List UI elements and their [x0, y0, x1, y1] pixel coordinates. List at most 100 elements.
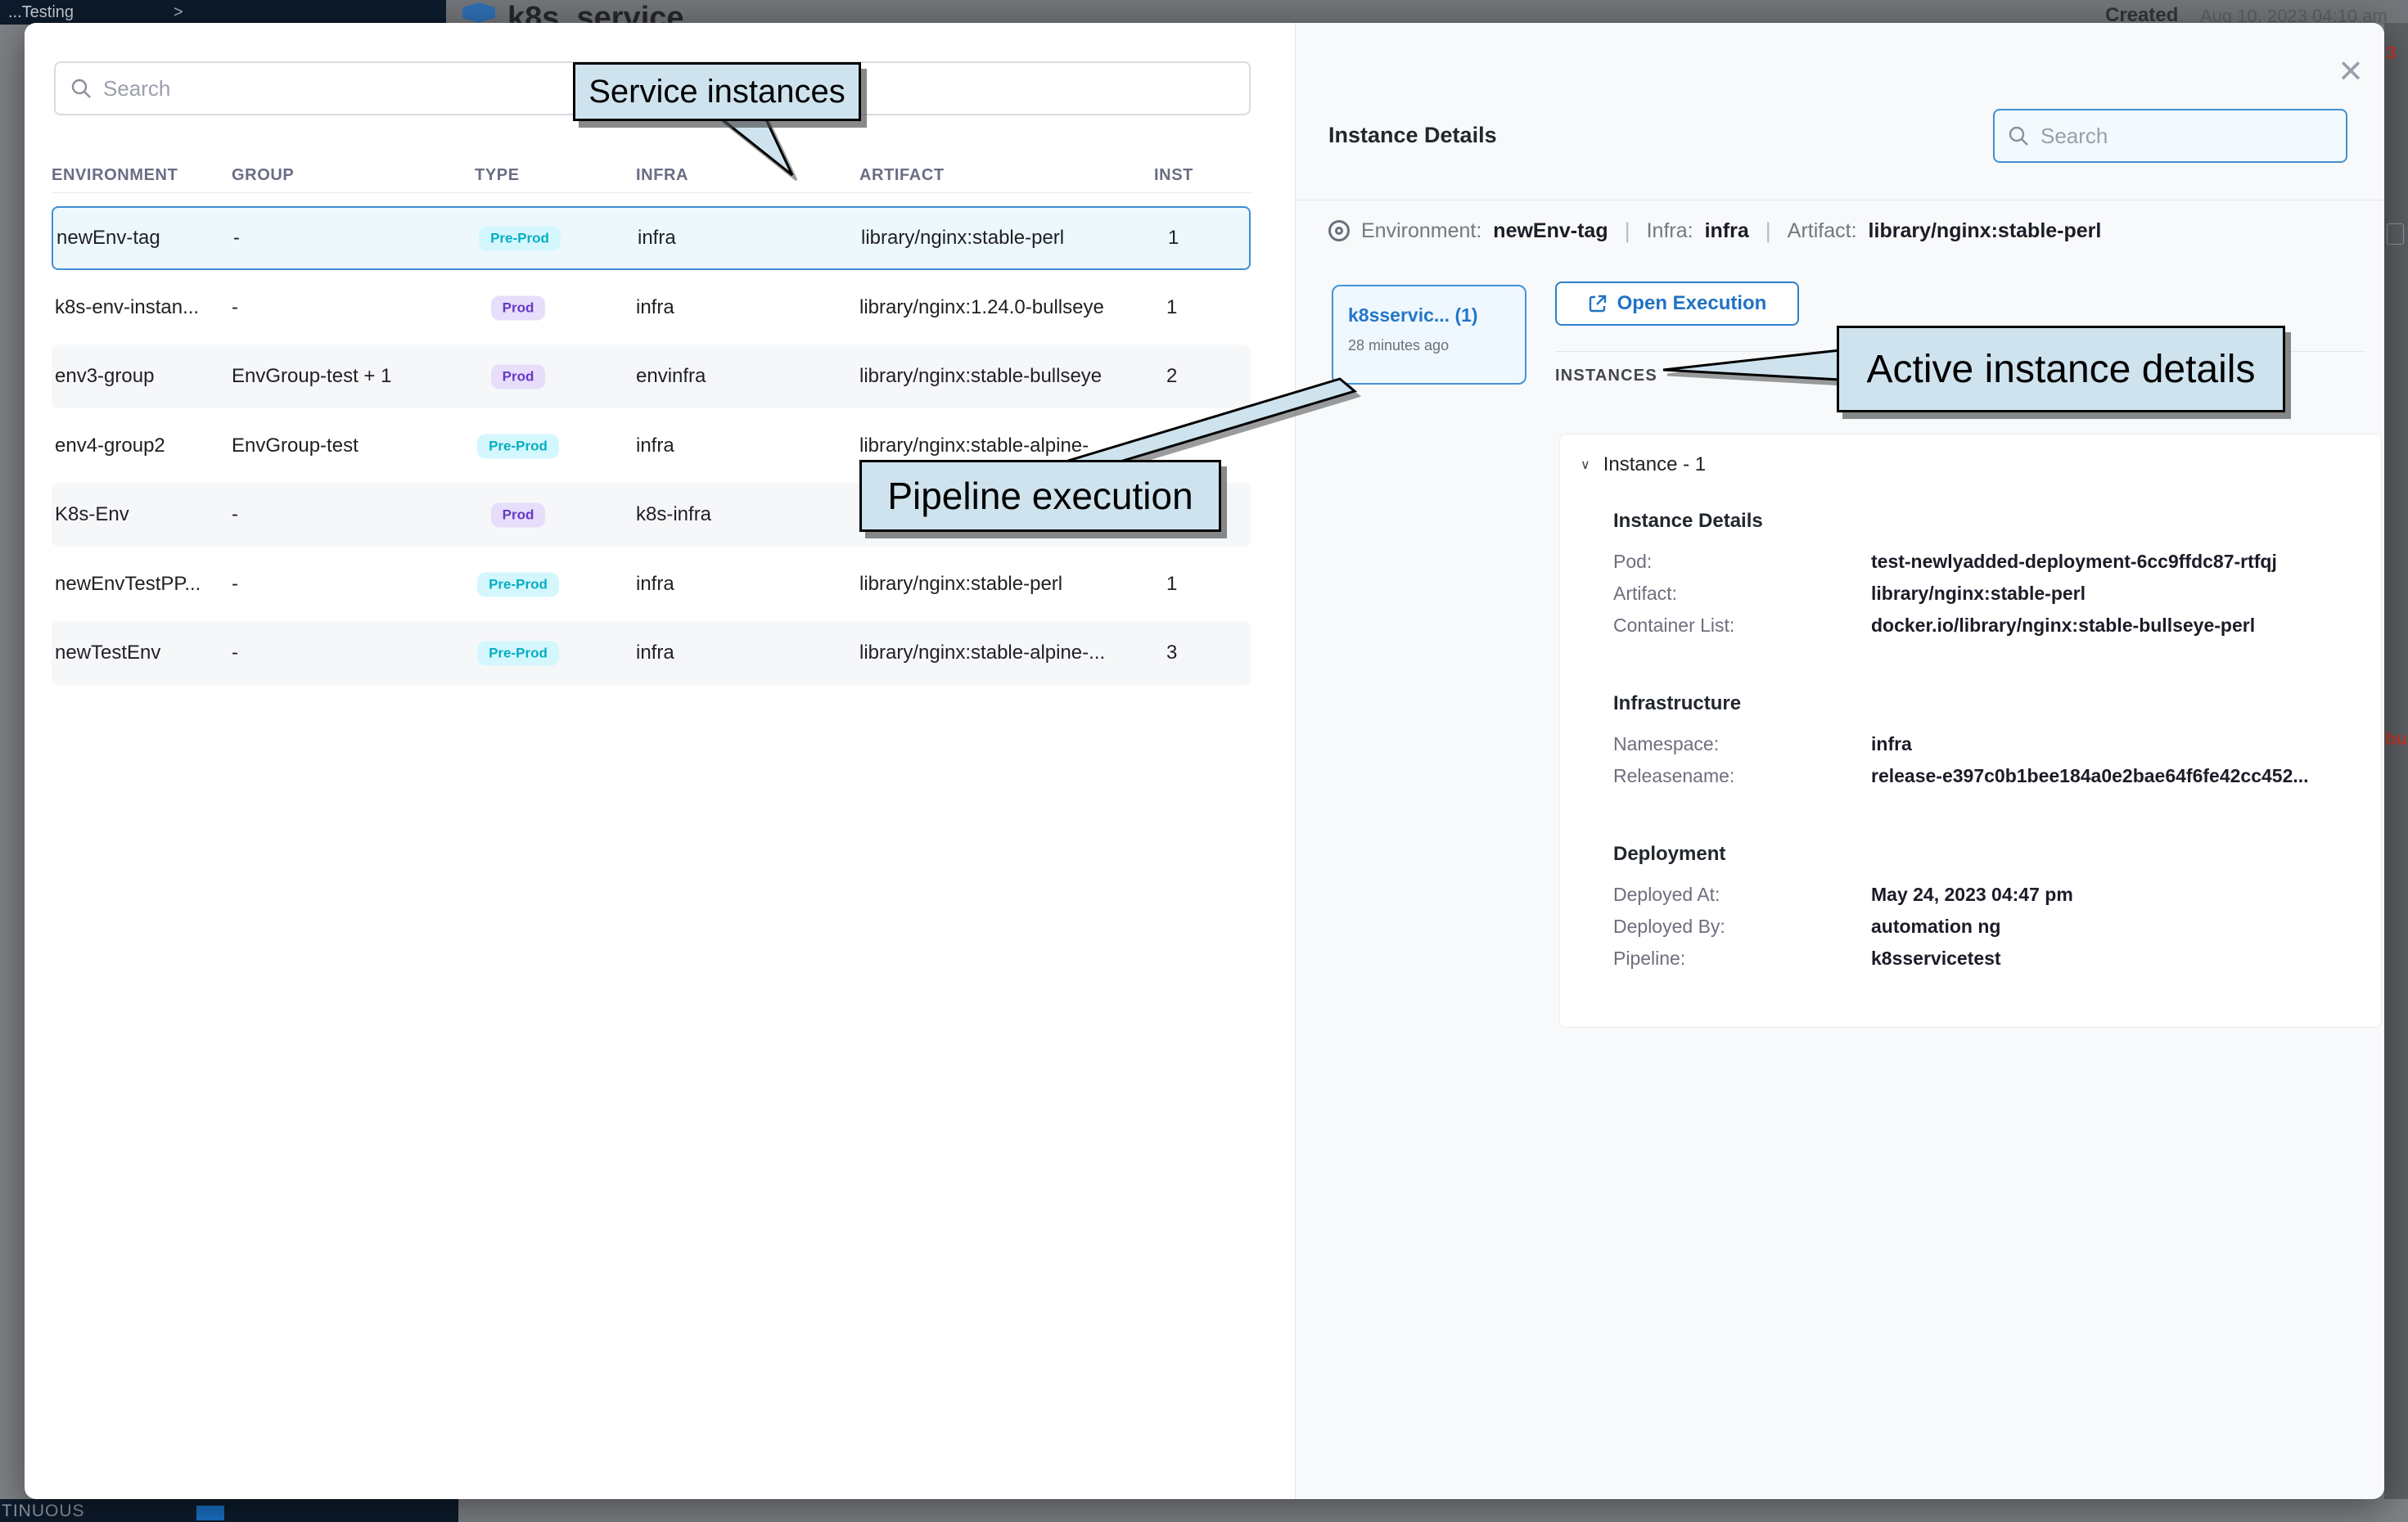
cell-env: newTestEnv [55, 642, 160, 664]
cell-infra: infra [638, 227, 676, 250]
field-label: Releasename: [1613, 765, 1871, 787]
cell-type: Prod [465, 502, 571, 528]
breadcrumb-arrow: > [174, 3, 183, 22]
cell-infra: infra [636, 642, 674, 664]
callout-active-instance-details: Active instance details [1837, 326, 2285, 412]
cell-inst: 3 [1166, 642, 1177, 664]
breadcrumb: ...Testing [8, 3, 74, 22]
field-value: k8sservicetest [1871, 948, 2001, 970]
execution-name: k8sservic... (1) [1348, 304, 1478, 326]
col-header-artifact: ARTIFACT [859, 166, 945, 185]
separator: | [1761, 218, 1776, 244]
field-label: Pod: [1613, 551, 1871, 573]
col-header-group: GROUP [232, 166, 294, 185]
search-icon [70, 78, 92, 99]
chevron-down-icon: ∨ [1581, 457, 1590, 473]
field-value: docker.io/library/nginx:stable-bullseye-… [1871, 615, 2255, 637]
cell-infra: envinfra [636, 365, 706, 388]
cell-artifact: library/nginx:1.24.0-bullseye [859, 296, 1104, 319]
service-instances-modal: Search ENVIRONMENT GROUP TYPE INFRA ARTI… [25, 23, 2384, 1499]
cell-infra: infra [636, 435, 674, 457]
type-badge: Pre-Prod [477, 642, 559, 666]
service-cube-icon [462, 2, 495, 23]
background-top-bar: ...Testing > k8s_service Created Aug 10,… [0, 0, 2408, 25]
col-header-type: TYPE [475, 166, 520, 185]
search-icon [2008, 125, 2029, 146]
col-header-environment: ENVIRONMENT [52, 166, 178, 185]
detail-field: Pod:test-newlyadded-deployment-6cc9ffdc8… [1613, 546, 2381, 578]
bottom-nav-text: TINUOUS [2, 1502, 85, 1521]
type-badge: Prod [491, 365, 546, 390]
open-execution-label: Open Execution [1617, 292, 1767, 315]
detail-section: Instance Details Pod:test-newlyadded-depl… [1613, 510, 2381, 642]
cell-type: Prod [465, 295, 571, 320]
external-link-icon [1588, 294, 1608, 313]
separator: | [1620, 218, 1635, 244]
created-label: Created [2105, 4, 2178, 25]
cell-group: EnvGroup-test [232, 435, 358, 457]
edge-text-fragment: bu [2385, 728, 2407, 750]
cell-infra: infra [636, 296, 674, 319]
cell-env: env4-group2 [55, 435, 165, 457]
cell-type: Pre-Prod [465, 641, 571, 666]
table-row[interactable]: env3-groupEnvGroup-test + 1Prodenvinfral… [52, 344, 1251, 408]
field-label: Artifact: [1613, 583, 1871, 605]
environment-icon [1328, 220, 1350, 241]
type-badge: Prod [491, 295, 546, 320]
detail-section: DeploymentDeployed At:May 24, 2023 04:47… [1613, 843, 2381, 975]
cell-type: Pre-Prod [465, 433, 571, 458]
detail-field: Container List:docker.io/library/nginx:s… [1613, 610, 2381, 642]
environment-summary: Environment: newEnv-tag | Infra: infra |… [1328, 216, 2101, 245]
infra-label: Infra: [1647, 219, 1693, 243]
page-title: k8s_service [507, 1, 684, 25]
cell-group: - [232, 503, 238, 526]
open-execution-button[interactable]: Open Execution [1555, 281, 1799, 326]
created-timestamp: Aug 10, 2023 04:10 am [2200, 6, 2388, 25]
cell-group: - [232, 642, 238, 664]
cell-group: EnvGroup-test + 1 [232, 365, 391, 388]
edge-text-fragment: 3 [2386, 43, 2396, 64]
table-row[interactable]: newEnv-tag-Pre-Prodinfralibrary/nginx:st… [52, 206, 1251, 270]
instances-search-input[interactable]: Search [1993, 109, 2347, 163]
col-header-infra: INFRA [636, 166, 688, 185]
header-divider [52, 192, 1251, 193]
table-row[interactable]: newTestEnv - Pre-Prod infra library/nginx:st… [52, 621, 1251, 685]
section-title: Instance Details [1613, 510, 2381, 533]
pipeline-execution-card[interactable]: k8sservic... (1) 28 minutes ago [1332, 285, 1526, 385]
execution-time: 28 minutes ago [1348, 337, 1449, 354]
cell-artifact: library/nginx:stable-perl [861, 227, 1064, 250]
edge-icon-fragment [2387, 223, 2404, 245]
field-value: automation ng [1871, 916, 2000, 938]
infra-value: infra [1705, 219, 1749, 243]
bottom-blue-chip [196, 1506, 224, 1520]
screen: ...Testing > k8s_service Created Aug 10,… [0, 0, 2408, 1522]
cell-env: K8s-Env [55, 503, 129, 526]
background-bottom-bar: TINUOUS [0, 1499, 2408, 1522]
detail-field: Releasename:release-e397c0b1bee184a0e2ba… [1613, 760, 2381, 792]
cell-env: k8s-env-instan... [55, 296, 199, 319]
panel-title: Instance Details [1328, 123, 1497, 148]
type-badge: Prod [491, 503, 546, 528]
cell-infra: k8s-infra [636, 503, 711, 526]
cell-type: Pre-Prod [465, 571, 571, 597]
cell-group: - [233, 227, 240, 250]
type-badge: Pre-Prod [477, 434, 559, 458]
search-placeholder: Search [2040, 124, 2108, 149]
background-right-edge: 3 bu [2384, 23, 2408, 1499]
section-title: Infrastructure [1613, 692, 2381, 715]
type-badge: Pre-Prod [479, 227, 561, 251]
table-row[interactable]: newEnvTestPP...-Pre-Prodinfralibrary/ngi… [52, 552, 1251, 616]
cell-inst: 1 [1168, 227, 1179, 250]
table-row[interactable]: k8s-env-instan...-Prodinfralibrary/nginx… [52, 276, 1251, 340]
cell-artifact: library/nginx:stable-alpine-... [859, 642, 1105, 664]
field-label: Deployed By: [1613, 916, 1871, 938]
instance-details-card: ∨ Instance - 1 Instance Details Pod:test-… [1559, 434, 2382, 1028]
field-value: infra [1871, 733, 1912, 755]
detail-section: InfrastructureNamespace:infraReleasename… [1613, 692, 2381, 792]
cell-inst: 1 [1166, 573, 1177, 596]
cell-infra: infra [636, 573, 674, 596]
close-icon[interactable]: × [2326, 46, 2375, 95]
cell-group: - [232, 573, 238, 596]
instance-accordion[interactable]: ∨ Instance - 1 [1581, 451, 2381, 479]
cell-inst: 1 [1166, 296, 1177, 319]
